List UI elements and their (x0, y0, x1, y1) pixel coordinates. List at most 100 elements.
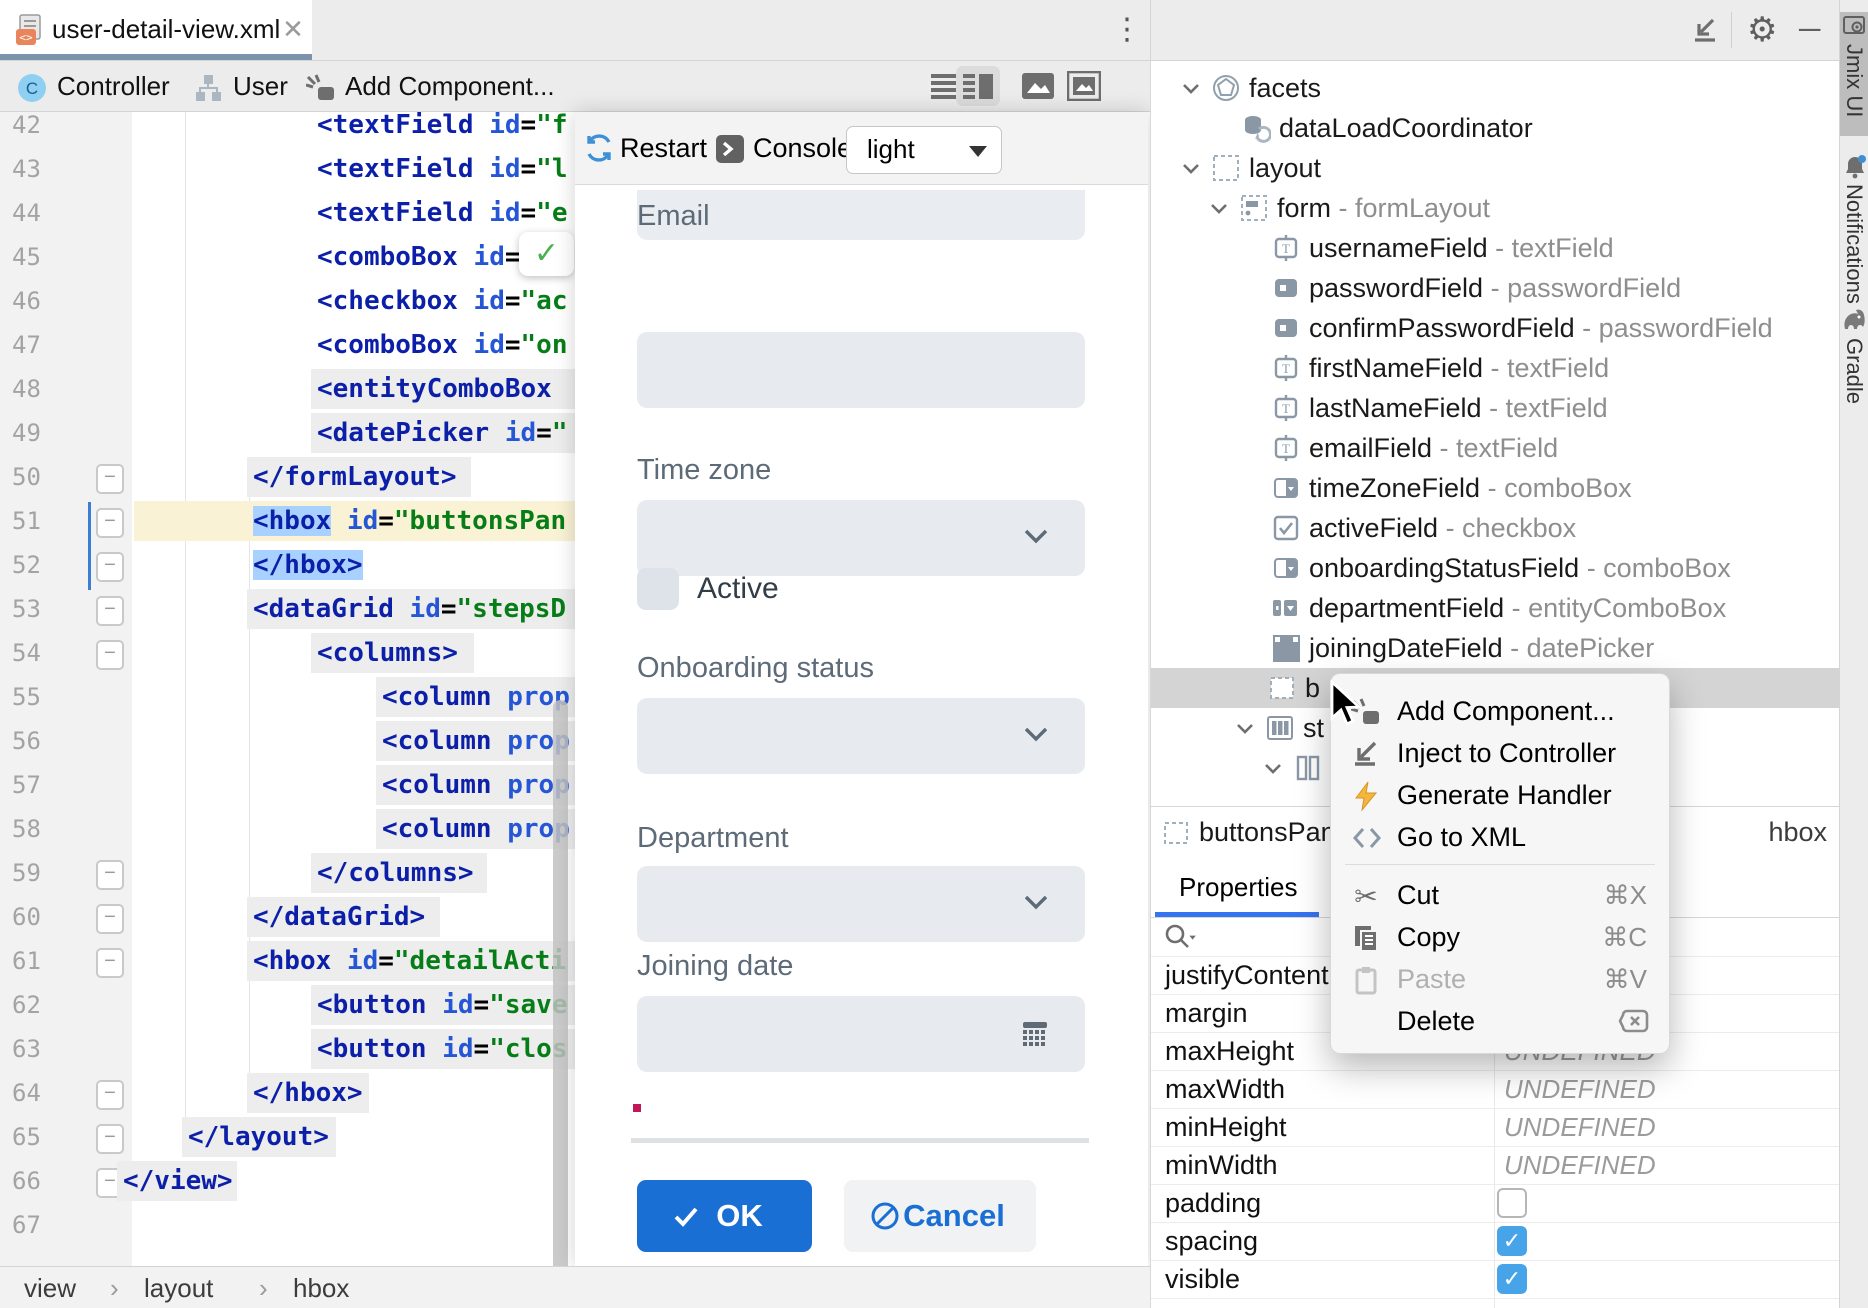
menu-item-inject-to-controller[interactable]: Inject to Controller (1331, 732, 1669, 774)
code-line[interactable]: <textField id="f (317, 112, 567, 147)
search-icon[interactable] (1163, 922, 1199, 952)
tab-user-detail-view[interactable]: <> user-detail-view.xml ✕ (0, 0, 312, 60)
console-button[interactable]: Console (753, 112, 852, 184)
tree-item-departmentField[interactable]: departmentField - entityComboBox (1151, 588, 1839, 628)
tree-item-emailField[interactable]: TemailField - textField (1151, 428, 1839, 468)
email-input[interactable] (637, 332, 1085, 408)
restart-icon[interactable] (584, 133, 614, 163)
tree-item-lastNameField[interactable]: TlastNameField - textField (1151, 388, 1839, 428)
menu-item-paste[interactable]: Paste⌘V (1331, 958, 1669, 1000)
tree-item-usernameField[interactable]: TusernameField - textField (1151, 228, 1839, 268)
code-line[interactable]: </dataGrid> (253, 895, 425, 939)
menu-item-cut[interactable]: ✂Cut⌘X (1331, 874, 1669, 916)
tree-item-timeZoneField[interactable]: timeZoneField - comboBox (1151, 468, 1839, 508)
preview-image-icon[interactable] (1016, 66, 1060, 106)
restart-button[interactable]: Restart (620, 112, 707, 184)
chevron-down-icon[interactable] (1181, 82, 1201, 94)
chevron-down-icon[interactable] (1209, 202, 1229, 214)
department-input[interactable] (637, 866, 1085, 942)
property-checkbox[interactable]: ✓ (1497, 1264, 1527, 1294)
strip-button-jmix-ui[interactable]: Jmix UI (1840, 12, 1868, 136)
breadcrumb-item-user[interactable]: User (192, 61, 288, 111)
code-line[interactable]: <comboBox id="on (317, 323, 567, 367)
status-breadcrumb-view[interactable]: view (24, 1267, 76, 1308)
chevron-down-icon[interactable] (1181, 162, 1201, 174)
tree-item-confirmPasswordField[interactable]: confirmPasswordField - passwordField (1151, 308, 1839, 348)
code-line[interactable]: <hbox id="buttonsPan (253, 499, 566, 543)
code-line[interactable]: <checkbox id="ac (317, 279, 567, 323)
code-line[interactable]: <button id="clos (317, 1027, 567, 1071)
code-line[interactable]: <dataGrid id="stepsD (253, 587, 566, 631)
editor-scrollbar[interactable] (553, 700, 568, 1292)
preview-framed-icon[interactable] (1062, 66, 1106, 106)
property-row-visible[interactable]: visible✓ (1151, 1260, 1839, 1299)
menu-item-generate-handler[interactable]: Generate Handler (1331, 774, 1669, 816)
property-row-padding[interactable]: padding (1151, 1184, 1839, 1223)
code-line[interactable]: <column prop (382, 763, 570, 807)
tree-item-passwordField[interactable]: passwordField - passwordField (1151, 268, 1839, 308)
code-line[interactable]: <column prop (382, 719, 570, 763)
code-line[interactable]: </hbox> (253, 543, 363, 587)
code-line[interactable]: <textField id="l (317, 147, 567, 191)
breadcrumb-item-add-component[interactable]: Add Component... (306, 61, 555, 111)
code-line[interactable]: <button id="save (317, 983, 567, 1027)
xml-tag-token: <textField (317, 198, 474, 228)
strip-label: Notifications (1841, 184, 1867, 304)
onboarding-status-input[interactable] (637, 698, 1085, 774)
calendar-icon[interactable] (1019, 1016, 1051, 1048)
tree-item-form[interactable]: form - formLayout (1151, 188, 1839, 228)
property-checkbox[interactable] (1497, 1188, 1527, 1218)
kebab-menu-icon[interactable]: ⋮ (1112, 10, 1142, 50)
time-zone-input[interactable] (637, 500, 1085, 576)
code-line[interactable]: </view> (123, 1159, 233, 1203)
console-icon[interactable] (715, 134, 745, 164)
code-line[interactable]: <column prop (382, 807, 570, 851)
hide-panel-icon[interactable]: ─ (1799, 14, 1820, 46)
chevron-down-icon[interactable] (1235, 722, 1255, 734)
joining-date-input[interactable] (637, 996, 1085, 1072)
code-line[interactable]: </hbox> (253, 1071, 363, 1115)
active-checkbox[interactable] (637, 568, 679, 610)
menu-item-delete[interactable]: Delete (1331, 1000, 1669, 1042)
tree-item-layout[interactable]: layout (1151, 148, 1839, 188)
strip-button-gradle[interactable]: Gradle (1840, 306, 1868, 428)
split-view-icon[interactable] (956, 66, 1000, 106)
chevron-down-icon[interactable] (1263, 762, 1283, 774)
code-line[interactable]: </formLayout> (253, 455, 457, 499)
cancel-button[interactable]: Cancel (844, 1180, 1036, 1252)
menu-item-go-to-xml[interactable]: Go to XML (1331, 816, 1669, 858)
ok-button[interactable]: OK (637, 1180, 812, 1252)
status-breadcrumb-hbox[interactable]: hbox (293, 1267, 349, 1308)
tab-properties[interactable]: Properties (1179, 858, 1298, 916)
code-line[interactable]: </layout> (188, 1115, 329, 1159)
code-area[interactable]: <textField id="f<textField id="l<textFie… (0, 112, 575, 1266)
property-row-spacing[interactable]: spacing✓ (1151, 1222, 1839, 1261)
theme-select[interactable]: light (846, 126, 1002, 174)
property-row-maxWidth[interactable]: maxWidthUNDEFINED (1151, 1070, 1839, 1109)
code-line[interactable]: <datePicker id=" (317, 411, 567, 455)
menu-item-add-component[interactable]: Add Component... (1331, 690, 1669, 732)
tree-item-dataLoadCoordinator[interactable]: dataLoadCoordinator (1151, 108, 1839, 148)
property-checkbox[interactable]: ✓ (1497, 1226, 1527, 1256)
tree-item-firstNameField[interactable]: TfirstNameField - textField (1151, 348, 1839, 388)
code-line[interactable]: <textField id="e (317, 191, 567, 235)
code-line[interactable]: <columns> (317, 631, 458, 675)
tree-item-facets[interactable]: facets (1151, 68, 1839, 108)
code-line[interactable]: </columns> (317, 851, 474, 895)
ok-label: OK (716, 1198, 763, 1233)
strip-button-notifications[interactable]: Notifications (1840, 152, 1868, 298)
code-line[interactable]: <column prop (382, 675, 570, 719)
gear-icon[interactable]: ⚙ (1747, 10, 1777, 50)
code-line[interactable]: <hbox id="detailActi (253, 939, 566, 983)
menu-item-copy[interactable]: Copy⌘C (1331, 916, 1669, 958)
dock-icon[interactable] (1691, 16, 1719, 44)
code-line[interactable]: <entityComboBox (317, 367, 552, 411)
property-row-minHeight[interactable]: minHeightUNDEFINED (1151, 1108, 1839, 1147)
status-breadcrumb-layout[interactable]: layout (144, 1267, 213, 1308)
tree-item-onboardingStatusField[interactable]: onboardingStatusField - comboBox (1151, 548, 1839, 588)
tree-item-joiningDateField[interactable]: joiningDateField - datePicker (1151, 628, 1839, 668)
property-row-minWidth[interactable]: minWidthUNDEFINED (1151, 1146, 1839, 1185)
inspection-ok-widget[interactable]: ✓ (519, 232, 574, 276)
tree-item-activeField[interactable]: activeField - checkbox (1151, 508, 1839, 548)
close-tab-icon[interactable]: ✕ (276, 12, 310, 46)
